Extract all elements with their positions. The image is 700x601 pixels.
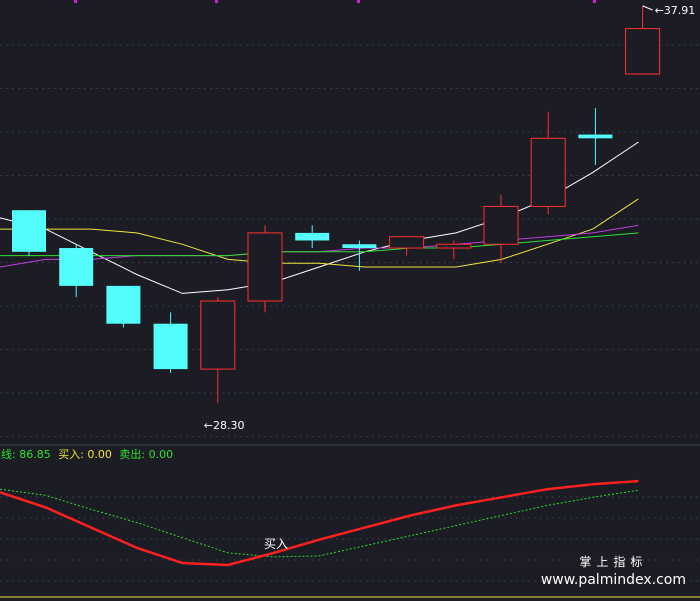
candle-body	[625, 28, 661, 75]
candle-body	[106, 285, 141, 324]
chart-canvas: ←37.91 ←28.30 买入	[0, 0, 700, 598]
candle-body	[578, 134, 613, 139]
legend-sell-line: 卖线: 86.85	[0, 448, 51, 461]
watermark-url: www.palmindex.com	[540, 572, 686, 588]
watermark: 掌上指标 www.palmindex.com	[541, 553, 686, 588]
min-price-label: ←28.30	[204, 419, 245, 432]
candle-body	[12, 210, 46, 252]
candle-body	[389, 236, 425, 249]
indicator-legend: 卖线: 86.85 买入: 0.00 卖出: 0.00	[0, 446, 177, 462]
legend-buy: 买入: 0.00	[58, 448, 112, 461]
candle-body	[153, 323, 188, 370]
candle-body	[530, 137, 566, 207]
indicator-signal-line	[0, 488, 639, 558]
legend-sell: 卖出: 0.00	[119, 448, 174, 461]
candle-body	[247, 232, 283, 302]
top-marker	[357, 0, 360, 3]
candle-body	[295, 232, 330, 241]
candle-body	[59, 248, 94, 286]
candle-body	[436, 243, 472, 249]
candle-body	[342, 244, 377, 249]
watermark-cn: 掌上指标	[579, 555, 648, 569]
max-price-label: ←37.91	[655, 4, 696, 17]
candle-body	[200, 300, 236, 370]
buy-signal-annotation: 买入	[264, 537, 288, 551]
max-pointer	[642, 5, 653, 11]
top-marker	[74, 0, 77, 3]
candle-body	[483, 205, 519, 245]
top-marker	[215, 0, 218, 3]
top-marker	[593, 0, 596, 3]
